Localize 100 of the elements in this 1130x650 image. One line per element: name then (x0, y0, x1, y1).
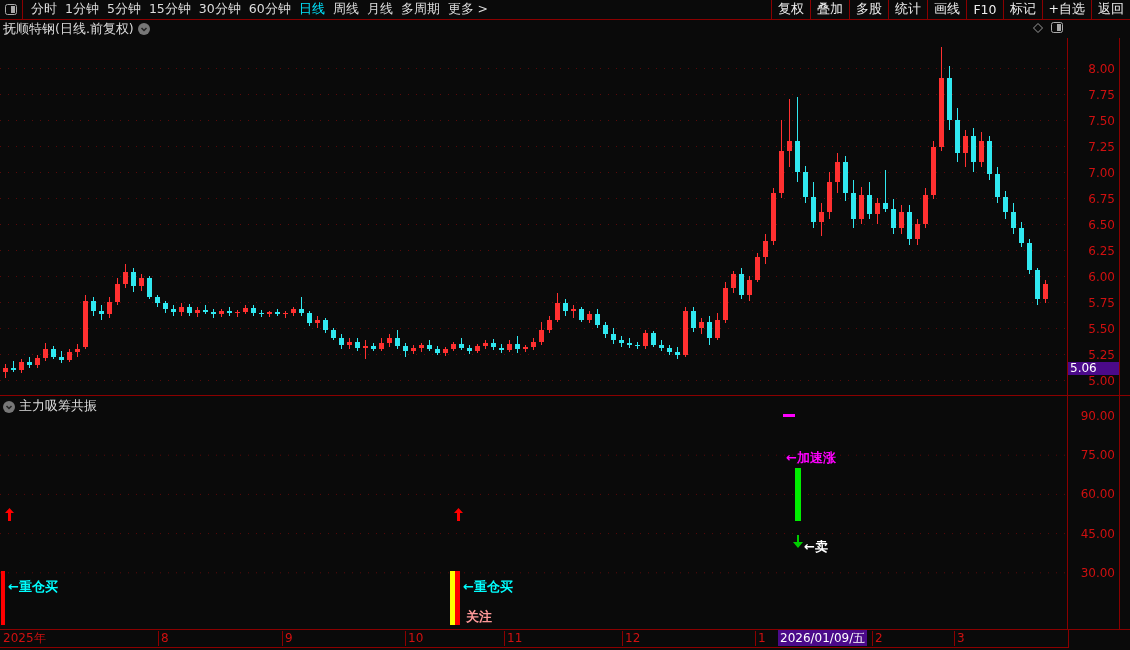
period-tab[interactable]: 15分钟 (144, 1, 195, 18)
candlestick (187, 304, 192, 316)
signal-bar (783, 414, 795, 417)
candlestick (483, 340, 488, 349)
price-tick-label: 6.25 (1088, 245, 1115, 257)
candlestick (451, 342, 456, 351)
candlestick (259, 310, 264, 317)
indicator-tick-label: 60.00 (1080, 487, 1115, 502)
candlestick (291, 307, 296, 316)
period-tab[interactable]: 更多 > (443, 1, 493, 18)
up-arrow-icon (454, 508, 463, 521)
period-tab[interactable]: 30分钟 (194, 1, 245, 18)
candlestick (643, 330, 648, 349)
price-tick-label: 5.50 (1088, 323, 1115, 335)
period-tab[interactable]: 1分钟 (61, 1, 103, 18)
signal-label: ←重仓买 (463, 578, 513, 596)
signal-label: ←加速涨 (786, 449, 836, 467)
period-tab[interactable]: 分时 (27, 1, 61, 18)
signal-bar (1, 571, 5, 625)
candlestick (43, 343, 48, 361)
toolbar-button[interactable]: 复权 (771, 0, 811, 19)
price-tick-label: 5.25 (1088, 349, 1115, 361)
candlestick (659, 340, 664, 351)
indicator-tick-label: 75.00 (1080, 448, 1115, 463)
period-tab[interactable]: 5分钟 (102, 1, 145, 18)
price-tick-label: 6.00 (1088, 271, 1115, 283)
up-arrow-icon (5, 508, 14, 521)
candlestick (251, 305, 256, 316)
candlestick (195, 307, 200, 317)
price-tick-label: 7.50 (1088, 115, 1115, 127)
price-tick-label: 7.25 (1088, 141, 1115, 153)
period-tab[interactable]: 月线 (362, 1, 397, 18)
candlestick (235, 310, 240, 317)
toolbar-button[interactable]: 统计 (888, 0, 928, 19)
price-tick-label: 6.75 (1088, 193, 1115, 205)
panel-toggle-icon[interactable] (1051, 22, 1063, 33)
candlestick (379, 338, 384, 351)
diamond-icon[interactable] (1033, 22, 1043, 33)
toolbar-button[interactable]: 返回 (1091, 0, 1130, 19)
dropdown-icon[interactable] (137, 23, 150, 35)
candlestick (507, 340, 512, 352)
panel-toggle-icon[interactable] (5, 4, 17, 15)
candlestick (531, 338, 536, 350)
candlestick (547, 316, 552, 333)
toolbar-button[interactable]: +自选 (1041, 0, 1091, 19)
candlestick (1035, 268, 1040, 305)
candlestick (715, 313, 720, 340)
date-label: 1 (755, 631, 766, 646)
candlestick (267, 311, 272, 317)
candlestick (35, 355, 40, 368)
toolbar-button[interactable]: 标记 (1002, 0, 1042, 19)
period-tab[interactable]: 日线 (294, 1, 329, 18)
dropdown-icon[interactable] (3, 400, 15, 413)
candlestick (723, 282, 728, 323)
candlestick (555, 293, 560, 322)
signal-label: 关注 (466, 608, 492, 626)
candlestick (283, 311, 288, 318)
indicator-title: 主力吸筹共振 (19, 398, 97, 415)
date-label: 2 (872, 631, 883, 646)
candlestick (11, 361, 16, 372)
candlestick (59, 351, 64, 363)
candlestick (395, 330, 400, 349)
candlestick (299, 297, 304, 316)
toolbar-button[interactable]: F10 (966, 0, 1003, 19)
candlestick (403, 343, 408, 357)
price-tick-label: 7.75 (1088, 89, 1115, 101)
candlestick (731, 271, 736, 293)
candlestick (603, 322, 608, 338)
candlestick (211, 309, 216, 318)
candlestick (459, 338, 464, 350)
candlestick (155, 295, 160, 307)
period-tab[interactable]: 多周期 (396, 1, 444, 18)
candlestick (683, 307, 688, 357)
candlestick (83, 295, 88, 349)
period-tab[interactable]: 周线 (328, 1, 363, 18)
candlestick (651, 331, 656, 347)
price-tick-label: 8.00 (1088, 63, 1115, 75)
toolbar-button[interactable]: 画线 (927, 0, 967, 19)
candlestick (411, 345, 416, 354)
candlestick (443, 347, 448, 356)
candlestick (467, 345, 472, 354)
indicator-tick-label: 90.00 (1080, 409, 1115, 423)
candlestick (227, 307, 232, 316)
cursor-date-label: 2026/01/09/五 (778, 630, 868, 646)
candlestick (635, 342, 640, 349)
candlestick (579, 307, 584, 322)
candlestick (371, 343, 376, 351)
candlestick (427, 340, 432, 351)
candlestick (163, 301, 168, 313)
signal-bar (795, 468, 801, 521)
toolbar-button[interactable]: 叠加 (810, 0, 850, 19)
date-label: 11 (504, 631, 523, 646)
current-price-label: 5.06 (1068, 362, 1119, 375)
date-label: 2025年 (2, 631, 46, 646)
signal-label: ←卖 (804, 538, 828, 556)
candlestick (491, 339, 496, 350)
toolbar-button[interactable]: 多股 (849, 0, 889, 19)
candlestick (19, 359, 24, 373)
candlestick (323, 318, 328, 333)
period-tab[interactable]: 60分钟 (244, 1, 295, 18)
